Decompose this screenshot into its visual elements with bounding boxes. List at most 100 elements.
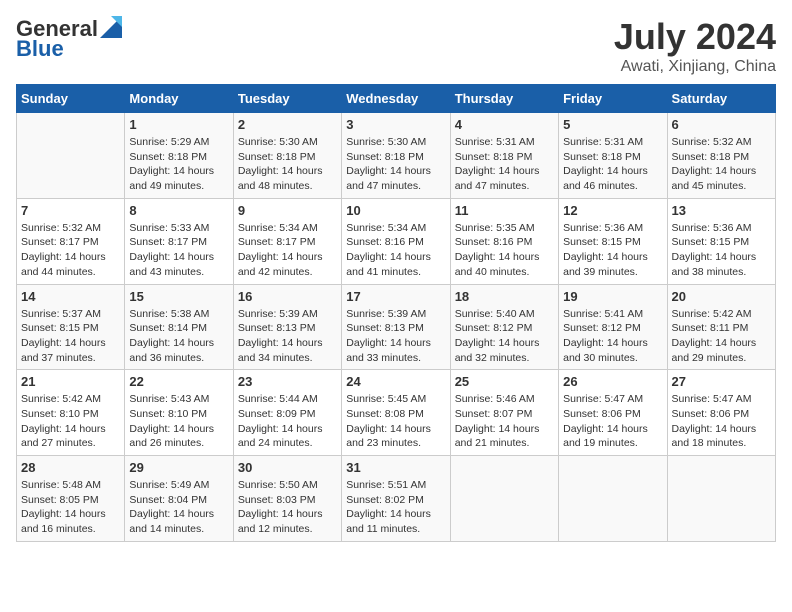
calendar-cell [559, 456, 667, 542]
day-info: Sunrise: 5:41 AM Sunset: 8:12 PM Dayligh… [563, 307, 662, 366]
calendar-cell [450, 456, 558, 542]
day-info: Sunrise: 5:45 AM Sunset: 8:08 PM Dayligh… [346, 392, 445, 451]
day-number: 14 [21, 289, 120, 304]
day-info: Sunrise: 5:36 AM Sunset: 8:15 PM Dayligh… [672, 221, 771, 280]
day-info: Sunrise: 5:31 AM Sunset: 8:18 PM Dayligh… [455, 135, 554, 194]
day-info: Sunrise: 5:51 AM Sunset: 8:02 PM Dayligh… [346, 478, 445, 537]
logo: General Blue [16, 16, 122, 62]
col-header-sunday: Sunday [17, 85, 125, 113]
calendar-cell: 15 Sunrise: 5:38 AM Sunset: 8:14 PM Dayli… [125, 284, 233, 370]
day-info: Sunrise: 5:35 AM Sunset: 8:16 PM Dayligh… [455, 221, 554, 280]
calendar-cell: 4 Sunrise: 5:31 AM Sunset: 8:18 PM Daylig… [450, 113, 558, 199]
day-number: 26 [563, 374, 662, 389]
day-info: Sunrise: 5:50 AM Sunset: 8:03 PM Dayligh… [238, 478, 337, 537]
calendar-cell: 28Sunrise: 5:48 AM Sunset: 8:05 PM Dayli… [17, 456, 125, 542]
day-number: 25 [455, 374, 554, 389]
day-number: 5 [563, 117, 662, 132]
calendar-cell: 17Sunrise: 5:39 AM Sunset: 8:13 PM Dayli… [342, 284, 450, 370]
calendar-cell: 23Sunrise: 5:44 AM Sunset: 8:09 PM Dayli… [233, 370, 341, 456]
day-number: 4 [455, 117, 554, 132]
calendar-cell: 16 Sunrise: 5:39 AM Sunset: 8:13 PM Dayli… [233, 284, 341, 370]
calendar-cell: 6 Sunrise: 5:32 AM Sunset: 8:18 PM Daylig… [667, 113, 775, 199]
day-number: 2 [238, 117, 337, 132]
day-info: Sunrise: 5:34 AM Sunset: 8:17 PM Dayligh… [238, 221, 337, 280]
day-number: 15 [129, 289, 228, 304]
day-number: 12 [563, 203, 662, 218]
day-info: Sunrise: 5:31 AM Sunset: 8:18 PM Dayligh… [563, 135, 662, 194]
day-number: 22 [129, 374, 228, 389]
day-number: 1 [129, 117, 228, 132]
col-header-tuesday: Tuesday [233, 85, 341, 113]
calendar-cell: 30 Sunrise: 5:50 AM Sunset: 8:03 PM Dayli… [233, 456, 341, 542]
calendar-cell: 2 Sunrise: 5:30 AM Sunset: 8:18 PM Daylig… [233, 113, 341, 199]
day-number: 11 [455, 203, 554, 218]
calendar-cell: 12 Sunrise: 5:36 AM Sunset: 8:15 PM Dayli… [559, 198, 667, 284]
day-number: 20 [672, 289, 771, 304]
col-header-thursday: Thursday [450, 85, 558, 113]
month-year: July 2024 [614, 16, 776, 58]
calendar-cell: 21 Sunrise: 5:42 AM Sunset: 8:10 PM Dayli… [17, 370, 125, 456]
col-header-wednesday: Wednesday [342, 85, 450, 113]
day-number: 29 [129, 460, 228, 475]
day-number: 16 [238, 289, 337, 304]
day-info: Sunrise: 5:29 AM Sunset: 8:18 PM Dayligh… [129, 135, 228, 194]
calendar-cell: 13 Sunrise: 5:36 AM Sunset: 8:15 PM Dayli… [667, 198, 775, 284]
calendar-cell: 11 Sunrise: 5:35 AM Sunset: 8:16 PM Dayli… [450, 198, 558, 284]
calendar-week-row: 14 Sunrise: 5:37 AM Sunset: 8:15 PM Dayli… [17, 284, 776, 370]
day-number: 7 [21, 203, 120, 218]
calendar-cell: 7 Sunrise: 5:32 AM Sunset: 8:17 PM Daylig… [17, 198, 125, 284]
day-number: 30 [238, 460, 337, 475]
calendar-cell: 25 Sunrise: 5:46 AM Sunset: 8:07 PM Dayli… [450, 370, 558, 456]
day-number: 10 [346, 203, 445, 218]
logo-icon [100, 16, 122, 38]
calendar-table: SundayMondayTuesdayWednesdayThursdayFrid… [16, 84, 776, 542]
calendar-cell: 19 Sunrise: 5:41 AM Sunset: 8:12 PM Dayli… [559, 284, 667, 370]
day-number: 3 [346, 117, 445, 132]
calendar-cell: 24 Sunrise: 5:45 AM Sunset: 8:08 PM Dayli… [342, 370, 450, 456]
day-number: 23 [238, 374, 337, 389]
day-number: 21 [21, 374, 120, 389]
calendar-cell: 26 Sunrise: 5:47 AM Sunset: 8:06 PM Dayli… [559, 370, 667, 456]
calendar-cell: 20Sunrise: 5:42 AM Sunset: 8:11 PM Dayli… [667, 284, 775, 370]
location: Awati, Xinjiang, China [614, 58, 776, 76]
calendar-cell: 9 Sunrise: 5:34 AM Sunset: 8:17 PM Daylig… [233, 198, 341, 284]
day-info: Sunrise: 5:49 AM Sunset: 8:04 PM Dayligh… [129, 478, 228, 537]
day-info: Sunrise: 5:40 AM Sunset: 8:12 PM Dayligh… [455, 307, 554, 366]
day-info: Sunrise: 5:38 AM Sunset: 8:14 PM Dayligh… [129, 307, 228, 366]
day-number: 24 [346, 374, 445, 389]
calendar-cell: 31 Sunrise: 5:51 AM Sunset: 8:02 PM Dayli… [342, 456, 450, 542]
day-number: 18 [455, 289, 554, 304]
col-header-saturday: Saturday [667, 85, 775, 113]
col-header-monday: Monday [125, 85, 233, 113]
day-number: 6 [672, 117, 771, 132]
day-info: Sunrise: 5:42 AM Sunset: 8:10 PM Dayligh… [21, 392, 120, 451]
day-info: Sunrise: 5:47 AM Sunset: 8:06 PM Dayligh… [563, 392, 662, 451]
day-number: 13 [672, 203, 771, 218]
day-info: Sunrise: 5:30 AM Sunset: 8:18 PM Dayligh… [238, 135, 337, 194]
day-number: 27 [672, 374, 771, 389]
day-number: 19 [563, 289, 662, 304]
title-section: July 2024 Awati, Xinjiang, China [614, 16, 776, 76]
day-info: Sunrise: 5:39 AM Sunset: 8:13 PM Dayligh… [238, 307, 337, 366]
col-header-friday: Friday [559, 85, 667, 113]
calendar-cell: 27Sunrise: 5:47 AM Sunset: 8:06 PM Dayli… [667, 370, 775, 456]
calendar-cell: 8Sunrise: 5:33 AM Sunset: 8:17 PM Daylig… [125, 198, 233, 284]
calendar-cell: 29 Sunrise: 5:49 AM Sunset: 8:04 PM Dayli… [125, 456, 233, 542]
day-info: Sunrise: 5:46 AM Sunset: 8:07 PM Dayligh… [455, 392, 554, 451]
day-info: Sunrise: 5:39 AM Sunset: 8:13 PM Dayligh… [346, 307, 445, 366]
day-info: Sunrise: 5:32 AM Sunset: 8:18 PM Dayligh… [672, 135, 771, 194]
calendar-header-row: SundayMondayTuesdayWednesdayThursdayFrid… [17, 85, 776, 113]
day-info: Sunrise: 5:48 AM Sunset: 8:05 PM Dayligh… [21, 478, 120, 537]
calendar-week-row: 1 Sunrise: 5:29 AM Sunset: 8:18 PM Daylig… [17, 113, 776, 199]
day-info: Sunrise: 5:37 AM Sunset: 8:15 PM Dayligh… [21, 307, 120, 366]
day-number: 8 [129, 203, 228, 218]
calendar-cell [667, 456, 775, 542]
day-number: 9 [238, 203, 337, 218]
calendar-week-row: 28Sunrise: 5:48 AM Sunset: 8:05 PM Dayli… [17, 456, 776, 542]
day-info: Sunrise: 5:43 AM Sunset: 8:10 PM Dayligh… [129, 392, 228, 451]
day-info: Sunrise: 5:36 AM Sunset: 8:15 PM Dayligh… [563, 221, 662, 280]
day-number: 31 [346, 460, 445, 475]
header: General Blue July 2024 Awati, Xinjiang, … [16, 16, 776, 76]
day-info: Sunrise: 5:32 AM Sunset: 8:17 PM Dayligh… [21, 221, 120, 280]
calendar-cell: 5 Sunrise: 5:31 AM Sunset: 8:18 PM Daylig… [559, 113, 667, 199]
